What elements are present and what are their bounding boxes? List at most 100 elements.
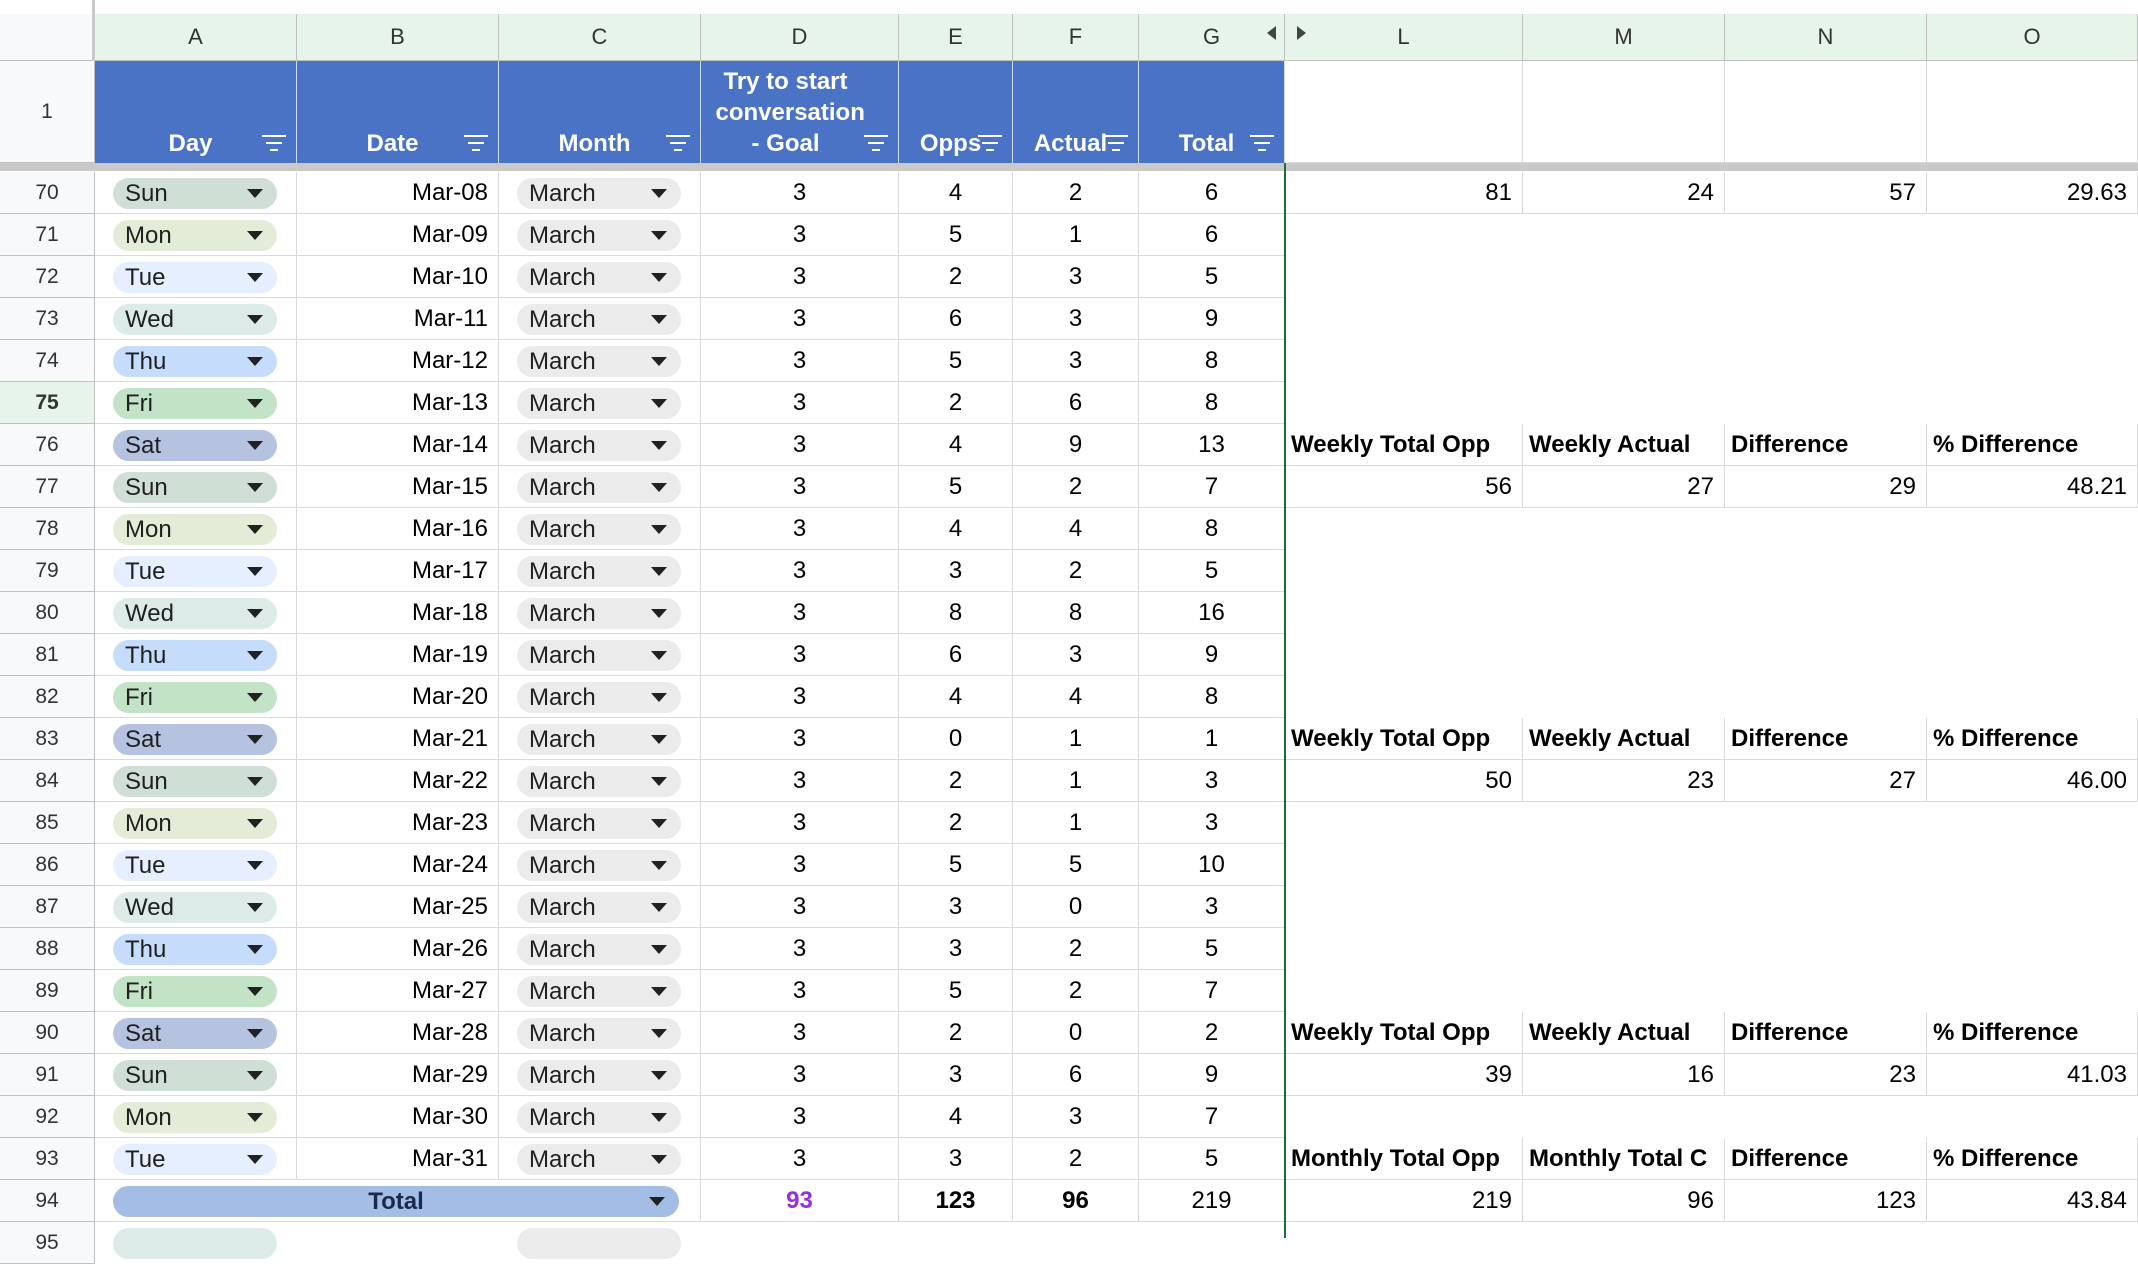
summary-label[interactable]: % Difference	[1927, 718, 2138, 760]
row-header[interactable]: 78	[0, 508, 95, 550]
chevron-down-icon[interactable]	[651, 441, 667, 450]
total-cell[interactable]: 8	[1139, 508, 1285, 550]
goal-cell[interactable]: 3	[701, 340, 899, 382]
total-cell[interactable]: 8	[1139, 382, 1285, 424]
chevron-down-icon[interactable]	[247, 945, 263, 954]
chevron-down-icon[interactable]	[247, 1029, 263, 1038]
total-cell[interactable]: 8	[1139, 676, 1285, 718]
total-cell[interactable]: 8	[1139, 340, 1285, 382]
chevron-down-icon[interactable]	[651, 945, 667, 954]
column-header-f[interactable]: F	[1013, 14, 1139, 61]
chevron-down-icon[interactable]	[247, 357, 263, 366]
empty-cell[interactable]	[1285, 382, 1523, 424]
goal-cell[interactable]: 3	[701, 802, 899, 844]
summary-label[interactable]: Monthly Total Opp	[1285, 1138, 1523, 1180]
month-dropdown[interactable]: March	[517, 1018, 681, 1049]
day-dropdown[interactable]: Fri	[113, 682, 277, 713]
month-dropdown[interactable]: March	[517, 178, 681, 209]
goal-cell[interactable]: 3	[701, 718, 899, 760]
opps-cell[interactable]: 5	[899, 466, 1013, 508]
opps-cell[interactable]: 3	[899, 550, 1013, 592]
empty-cell[interactable]	[1285, 214, 1523, 256]
chevron-down-icon[interactable]	[651, 1113, 667, 1122]
goal-cell[interactable]: 3	[701, 256, 899, 298]
chevron-down-icon[interactable]	[651, 567, 667, 576]
chevron-down-icon[interactable]	[247, 903, 263, 912]
row-header[interactable]: 79	[0, 550, 95, 592]
empty-cell[interactable]	[1725, 550, 1927, 592]
day-dropdown[interactable]: Sat	[113, 724, 277, 755]
day-dropdown[interactable]: Mon	[113, 808, 277, 839]
date-cell[interactable]: Mar-18	[297, 592, 499, 634]
actual-cell[interactable]: 4	[1013, 676, 1139, 718]
summary-label[interactable]: Difference	[1725, 718, 1927, 760]
total-goal-cell[interactable]: 93	[701, 1180, 899, 1222]
opps-cell[interactable]: 2	[899, 760, 1013, 802]
date-cell[interactable]: Mar-30	[297, 1096, 499, 1138]
summary-value[interactable]: 46.00	[1927, 760, 2138, 802]
chevron-down-icon[interactable]	[651, 525, 667, 534]
actual-cell[interactable]: 3	[1013, 340, 1139, 382]
hidden-columns-right-icon[interactable]	[1297, 26, 1306, 40]
chevron-down-icon[interactable]	[247, 441, 263, 450]
date-cell[interactable]: Mar-27	[297, 970, 499, 1012]
row-header[interactable]: 92	[0, 1096, 95, 1138]
summary-label[interactable]: Weekly Actual	[1523, 718, 1725, 760]
date-cell[interactable]: Mar-26	[297, 928, 499, 970]
actual-cell[interactable]: 0	[1013, 886, 1139, 928]
summary-value[interactable]: 57	[1725, 172, 1927, 214]
actual-cell[interactable]: 1	[1013, 802, 1139, 844]
empty-cell[interactable]	[1725, 802, 1927, 844]
month-dropdown[interactable]: March	[517, 934, 681, 965]
freeze-row-divider[interactable]	[0, 163, 2138, 171]
column-header-a[interactable]: A	[95, 14, 297, 61]
date-cell[interactable]: Mar-08	[297, 172, 499, 214]
column-header-b[interactable]: B	[297, 14, 499, 61]
date-cell[interactable]: Mar-28	[297, 1012, 499, 1054]
date-cell[interactable]: Mar-25	[297, 886, 499, 928]
summary-value[interactable]: 23	[1523, 760, 1725, 802]
summary-value[interactable]: 27	[1725, 760, 1927, 802]
opps-cell[interactable]: 3	[899, 1138, 1013, 1180]
row-header[interactable]: 94	[0, 1180, 95, 1222]
partial-day-dropdown[interactable]	[113, 1228, 277, 1259]
actual-cell[interactable]: 4	[1013, 508, 1139, 550]
actual-cell[interactable]: 6	[1013, 382, 1139, 424]
total-cell[interactable]: 3	[1139, 802, 1285, 844]
day-dropdown[interactable]: Tue	[113, 850, 277, 881]
date-cell[interactable]: Mar-10	[297, 256, 499, 298]
actual-cell[interactable]: 2	[1013, 466, 1139, 508]
date-cell[interactable]: Mar-19	[297, 634, 499, 676]
opps-cell[interactable]: 3	[899, 928, 1013, 970]
header-goal[interactable]: Try to start conversation - Goal	[701, 61, 899, 163]
total-cell[interactable]: 5	[1139, 1138, 1285, 1180]
empty-cell[interactable]	[1523, 382, 1725, 424]
chevron-down-icon[interactable]	[247, 525, 263, 534]
summary-value[interactable]: 123	[1725, 1180, 1927, 1222]
chevron-down-icon[interactable]	[651, 609, 667, 618]
summary-label[interactable]: Weekly Actual	[1523, 1012, 1725, 1054]
date-cell[interactable]: Mar-20	[297, 676, 499, 718]
total-opps-cell[interactable]: 123	[899, 1180, 1013, 1222]
empty-cell[interactable]	[1725, 928, 1927, 970]
chevron-down-icon[interactable]	[651, 1029, 667, 1038]
empty-cell[interactable]	[1523, 844, 1725, 886]
row-header[interactable]: 87	[0, 886, 95, 928]
chevron-down-icon[interactable]	[247, 819, 263, 828]
summary-value[interactable]: 16	[1523, 1054, 1725, 1096]
row-header[interactable]: 80	[0, 592, 95, 634]
summary-value[interactable]: 29.63	[1927, 172, 2138, 214]
empty-cell[interactable]	[1927, 886, 2138, 928]
empty-cell[interactable]	[1927, 928, 2138, 970]
row-header-1[interactable]: 1	[0, 61, 95, 163]
date-cell[interactable]: Mar-21	[297, 718, 499, 760]
day-dropdown[interactable]: Mon	[113, 220, 277, 251]
column-header-g[interactable]: G	[1139, 14, 1285, 61]
month-dropdown[interactable]: March	[517, 766, 681, 797]
opps-cell[interactable]: 4	[899, 424, 1013, 466]
empty-cell[interactable]	[1285, 634, 1523, 676]
goal-cell[interactable]: 3	[701, 1054, 899, 1096]
chevron-down-icon[interactable]	[651, 777, 667, 786]
total-cell[interactable]: 16	[1139, 592, 1285, 634]
empty-cell[interactable]	[1523, 676, 1725, 718]
